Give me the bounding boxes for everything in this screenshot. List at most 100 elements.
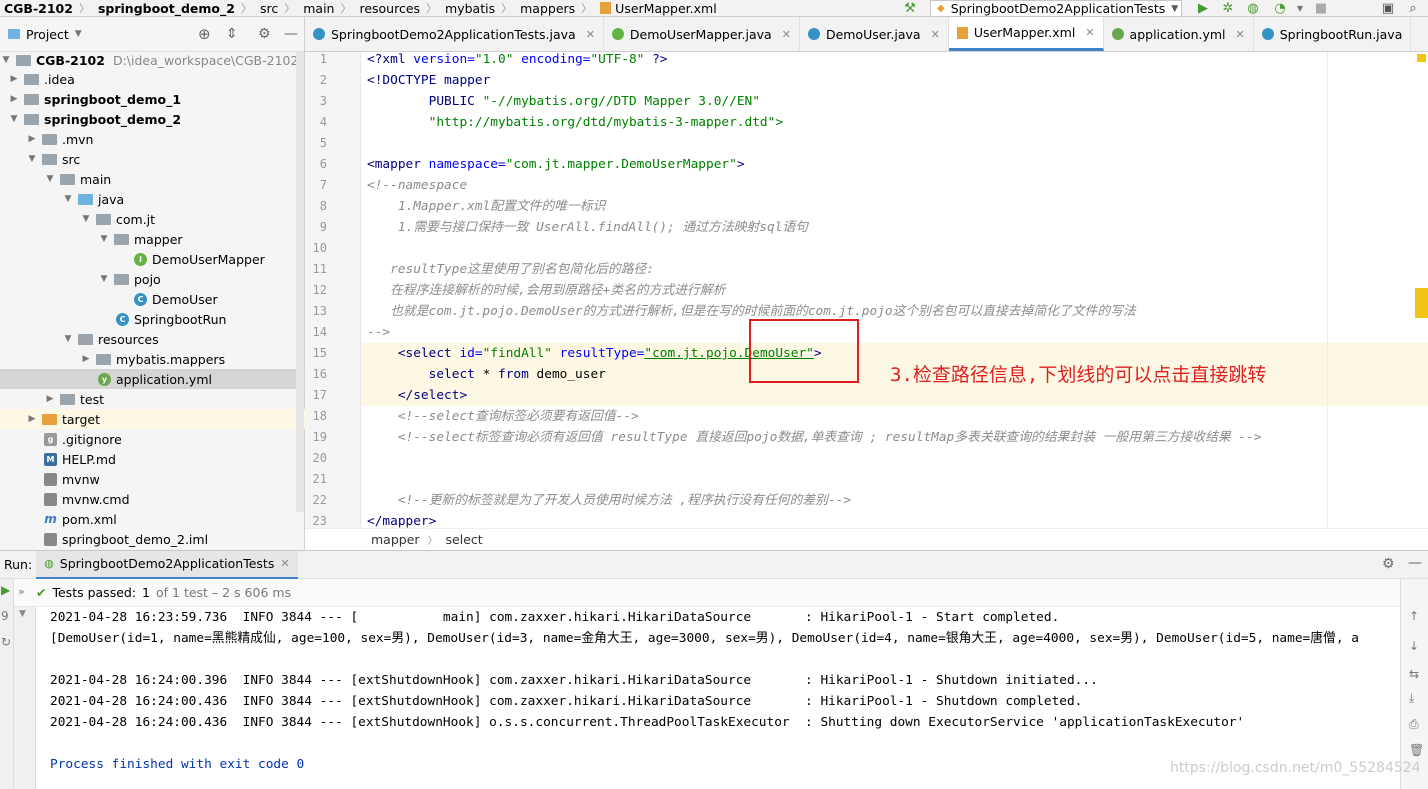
project-structure-icon[interactable]: ▣ [1380,0,1396,16]
hide-icon[interactable]: — [284,26,298,42]
tree-item-root[interactable]: ▼ CGB-2102 D:\idea_workspace\CGB-2102 [0,50,305,70]
breadcrumb-item[interactable]: mapper [371,532,420,547]
tree-item[interactable]: ▶ mybatis.mappers [0,349,305,369]
rerun-failed-icon[interactable]: ↻ [1,635,11,649]
annotation-text: 3.检查路径信息,下划线的可以点击直接跳转 [890,364,1267,386]
nav-crumb-file[interactable]: UserMapper.xml [596,0,721,17]
run-icon[interactable]: ▶ [1195,0,1211,16]
tree-item[interactable]: C DemoUser [0,289,305,309]
nav-crumb[interactable]: mappers 〉 [516,0,596,17]
tree-item[interactable]: g .gitignore [0,429,305,449]
chevron-down-icon[interactable]: ▼ [75,29,82,39]
debug-icon[interactable]: ✲ [1220,0,1236,16]
tree-item[interactable]: ▼ springboot_demo_2 [0,109,305,129]
run-panel-header: Run: ◍ SpringbootDemo2ApplicationTests ✕… [0,550,1428,579]
search-icon[interactable]: ⌕ [1405,0,1421,16]
gear-icon[interactable]: ⚙ [258,26,271,42]
tree-item[interactable]: ▼ resources [0,329,305,349]
check-icon: ✔ [36,585,47,600]
tree-item[interactable]: mvnw.cmd [0,489,305,509]
tree-item[interactable]: M HELP.md [0,449,305,469]
close-icon[interactable]: ✕ [1236,28,1245,41]
tree-item[interactable]: ▶ test [0,389,305,409]
print-icon[interactable]: ⎙ [1409,717,1419,732]
tree-item[interactable]: springboot_demo_2.iml [0,529,305,549]
nav-crumb[interactable]: src 〉 [256,0,299,17]
tree-item[interactable]: ▶ springboot_demo_1 [0,89,305,109]
close-icon[interactable]: ✕ [1085,26,1094,39]
close-icon[interactable]: ✕ [280,557,289,570]
source-folder-icon [78,193,93,205]
chevron-down-icon: ▼ [82,214,90,224]
chevron-down-icon[interactable]: ▼ [1292,0,1308,16]
chevron-right-icon: ▶ [10,94,18,104]
tab-run-config[interactable]: ◍ SpringbootDemo2ApplicationTests ✕ [36,550,298,579]
nav-crumb[interactable]: resources 〉 [355,0,441,17]
toggle-icon[interactable]: 9 [1,609,9,623]
profile-icon[interactable]: ◔ [1272,0,1288,16]
tree-item[interactable]: ▶ target [0,409,305,429]
breadcrumb-item[interactable]: select [446,532,483,547]
tree-item[interactable]: mvnw [0,469,305,489]
stop-icon[interactable]: ■ [1313,0,1329,16]
collapse-all-icon[interactable]: ⇕ [226,26,238,42]
tree-item[interactable]: ▼ main [0,169,305,189]
gear-icon[interactable]: ⚙ [1382,556,1395,572]
watermark: https://blog.csdn.net/m0_55284524 [1170,760,1421,776]
inspection-marker[interactable] [1417,54,1426,62]
tree-item[interactable]: ▼ src [0,149,305,169]
code-editor[interactable]: 1 2 3 4 5 6 7 8 9 10 11 12 13 14 15 16 1… [305,52,1428,528]
close-icon[interactable]: ✕ [782,28,791,41]
nav-crumb[interactable]: main 〉 [299,0,355,17]
comment-line: resultType这里使用了别名包简化后的路径: [367,262,655,277]
tree-item[interactable]: I DemoUserMapper [0,249,305,269]
test-tree-collapsed[interactable]: ▼ [14,607,36,789]
scroll-to-end-icon[interactable]: ⤓ [1409,691,1414,706]
build-hammer-icon[interactable]: ⚒ [902,0,918,16]
close-icon[interactable]: ✕ [931,28,940,41]
gitignore-file-icon: g [44,432,57,446]
console-line: [DemoUser(id=1, name=黑熊精成仙, age=100, sex… [50,631,1359,646]
tree-item[interactable]: ▼ pojo [0,269,305,289]
project-scrollbar[interactable] [296,52,304,512]
code-line: <mapper namespace="com.jt.mapper.DemoUse… [367,157,745,172]
tree-item[interactable]: m pom.xml [0,509,305,529]
tree-item[interactable]: ▶ .mvn [0,129,305,149]
hide-icon[interactable]: — [1408,555,1422,571]
markdown-file-icon: M [44,452,57,466]
project-title[interactable]: Project [26,27,69,42]
run-config-dropdown[interactable]: ◆ SpringbootDemo2ApplicationTests ▼ [930,0,1182,17]
tab-application-yml[interactable]: application.yml ✕ [1104,17,1254,51]
console-toolbar: ↑ ↓ ⇆ ⤓ ⎙ 🗑 [1400,579,1428,789]
tab-demouser[interactable]: DemoUser.java ✕ [800,17,949,51]
code-line: </select> [367,388,468,403]
tests-passed-label: Tests passed: [52,585,137,600]
tree-item[interactable]: ▼ com.jt [0,209,305,229]
tab-springbootrun[interactable]: SpringbootRun.java [1254,17,1412,51]
tree-item[interactable]: ▶ .idea [0,69,305,89]
scroll-marker[interactable] [1415,288,1428,318]
trash-icon[interactable]: 🗑 [1409,743,1424,757]
tree-item-selected[interactable]: y application.yml [0,369,305,389]
rerun-icon[interactable]: ▶ [1,583,10,597]
expand-icon[interactable]: » [18,585,25,598]
tab-usermapper-xml[interactable]: UserMapper.xml ✕ [948,17,1104,51]
nav-crumb[interactable]: mybatis 〉 [441,0,516,17]
arrow-down-icon[interactable]: ↓ [1409,639,1419,653]
coverage-icon[interactable]: ◍ [1245,0,1261,16]
nav-crumb[interactable]: CGB-2102 〉 [0,0,94,17]
tree-item[interactable]: C SpringbootRun [0,309,305,329]
test-class-icon [313,28,325,40]
tab-springbootdemo2applicationtests[interactable]: SpringbootDemo2ApplicationTests.java ✕ [305,17,604,51]
soft-wrap-icon[interactable]: ⇆ [1409,667,1419,681]
close-icon[interactable]: ✕ [586,28,595,41]
tree-item[interactable]: ▼ java [0,189,305,209]
tree-item[interactable]: ▼ mapper [0,229,305,249]
comment-line: 1.Mapper.xml配置文件的唯一标识 [367,199,606,214]
chevron-down-icon: ▼ [28,154,36,164]
nav-crumb[interactable]: springboot_demo_2 〉 [94,0,256,17]
arrow-up-icon[interactable]: ↑ [1409,609,1419,623]
project-folder-icon [8,29,20,39]
locate-icon[interactable]: ⊕ [198,25,211,43]
tab-demousermapper[interactable]: DemoUserMapper.java ✕ [604,17,800,51]
